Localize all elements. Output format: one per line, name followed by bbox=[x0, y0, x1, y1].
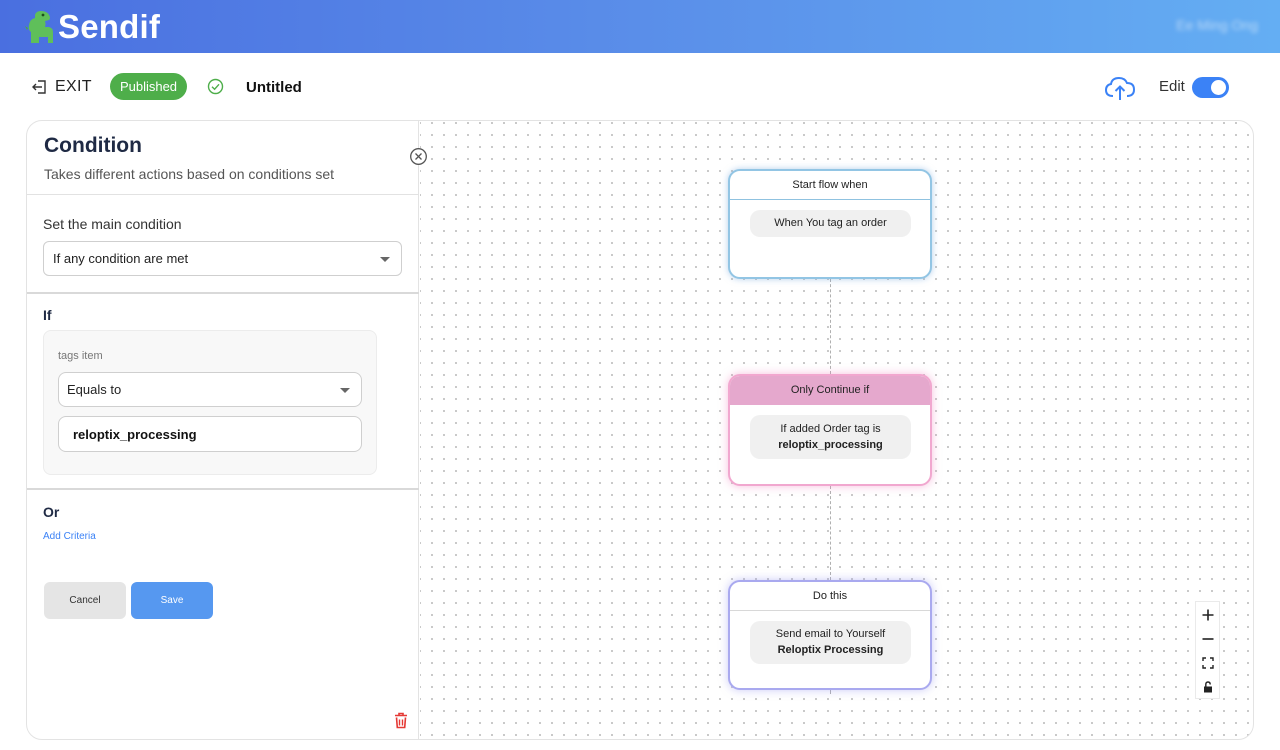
action-line: Send email to Yourself bbox=[775, 628, 886, 640]
field-label: tags item bbox=[58, 350, 103, 362]
divider bbox=[27, 292, 419, 294]
zoom-controls bbox=[1195, 601, 1220, 699]
status-badge: Published bbox=[110, 73, 187, 100]
brand-logo[interactable]: Sendif bbox=[25, 8, 160, 46]
minus-icon bbox=[1202, 638, 1213, 640]
flow-toolbar: EXIT Published Untitled Edit bbox=[0, 53, 1280, 120]
toggle-knob bbox=[1211, 80, 1226, 95]
action-subject: Reloptix Processing bbox=[777, 644, 884, 656]
action-node[interactable]: Do this Send email to Yourself Reloptix … bbox=[728, 580, 932, 690]
edit-toggle[interactable] bbox=[1192, 77, 1229, 98]
condition-criteria-box: tags item Equals to reloptix_processing bbox=[43, 330, 377, 475]
divider bbox=[27, 488, 419, 490]
zoom-out-button[interactable] bbox=[1196, 627, 1219, 651]
trigger-text: When You tag an order bbox=[774, 217, 887, 229]
chevron-down-icon bbox=[340, 387, 350, 393]
connector-line bbox=[830, 486, 831, 580]
condition-node-pill: If added Order tag is reloptix_processin… bbox=[750, 415, 911, 459]
if-label: If bbox=[43, 307, 52, 323]
exit-button[interactable]: EXIT bbox=[32, 78, 92, 96]
condition-line: If added Order tag is bbox=[780, 423, 881, 435]
trigger-node[interactable]: Start flow when When You tag an order bbox=[728, 169, 932, 279]
brand-name: Sendif bbox=[58, 7, 161, 45]
exit-icon bbox=[32, 80, 46, 94]
exit-label: EXIT bbox=[55, 78, 92, 95]
flow-title[interactable]: Untitled bbox=[246, 79, 302, 96]
main-condition-select[interactable]: If any condition are met bbox=[43, 241, 402, 276]
add-criteria-link[interactable]: Add Criteria bbox=[43, 531, 96, 542]
user-name[interactable]: Ee Ming Ong bbox=[1176, 17, 1258, 33]
cancel-button[interactable]: Cancel bbox=[44, 582, 126, 619]
trigger-node-pill: When You tag an order bbox=[750, 210, 911, 237]
condition-node-header: Only Continue if bbox=[730, 376, 930, 405]
flow-editor: Condition Takes different actions based … bbox=[26, 120, 1254, 740]
or-label: Or bbox=[43, 504, 60, 520]
operator-value: Equals to bbox=[67, 382, 122, 397]
condition-tag: reloptix_processing bbox=[778, 439, 883, 451]
zoom-in-button[interactable] bbox=[1196, 603, 1219, 627]
cloud-upload-icon[interactable] bbox=[1104, 75, 1136, 101]
app-header: Sendif Ee Ming Ong bbox=[0, 0, 1280, 53]
trigger-node-header: Start flow when bbox=[730, 171, 930, 200]
fit-view-icon bbox=[1201, 657, 1214, 669]
action-node-header: Do this bbox=[730, 582, 930, 611]
lock-button[interactable] bbox=[1196, 675, 1219, 699]
flow-canvas[interactable]: Start flow when When You tag an order On… bbox=[420, 121, 1253, 739]
close-circle-icon[interactable] bbox=[409, 147, 428, 166]
chevron-down-icon bbox=[380, 256, 390, 262]
plus-icon bbox=[1202, 609, 1213, 621]
condition-value-input[interactable]: reloptix_processing bbox=[58, 416, 362, 452]
save-button[interactable]: Save bbox=[131, 582, 213, 619]
edit-label: Edit bbox=[1159, 78, 1185, 95]
operator-select[interactable]: Equals to bbox=[58, 372, 362, 407]
main-condition-label: Set the main condition bbox=[43, 216, 182, 232]
connector-line bbox=[830, 279, 831, 374]
fit-view-button[interactable] bbox=[1196, 651, 1219, 675]
dinosaur-logo-icon bbox=[25, 10, 53, 43]
condition-panel: Condition Takes different actions based … bbox=[27, 121, 419, 739]
trash-icon[interactable] bbox=[394, 712, 408, 729]
panel-subtitle: Takes different actions based on conditi… bbox=[44, 166, 335, 182]
lock-icon bbox=[1203, 681, 1212, 693]
condition-node[interactable]: Only Continue if If added Order tag is r… bbox=[728, 374, 932, 486]
main-condition-value: If any condition are met bbox=[53, 251, 189, 266]
connector-line bbox=[830, 690, 831, 694]
action-node-pill: Send email to Yourself Reloptix Processi… bbox=[750, 621, 911, 664]
check-circle-icon bbox=[207, 78, 224, 95]
panel-title: Condition bbox=[44, 134, 142, 157]
divider bbox=[27, 194, 419, 195]
